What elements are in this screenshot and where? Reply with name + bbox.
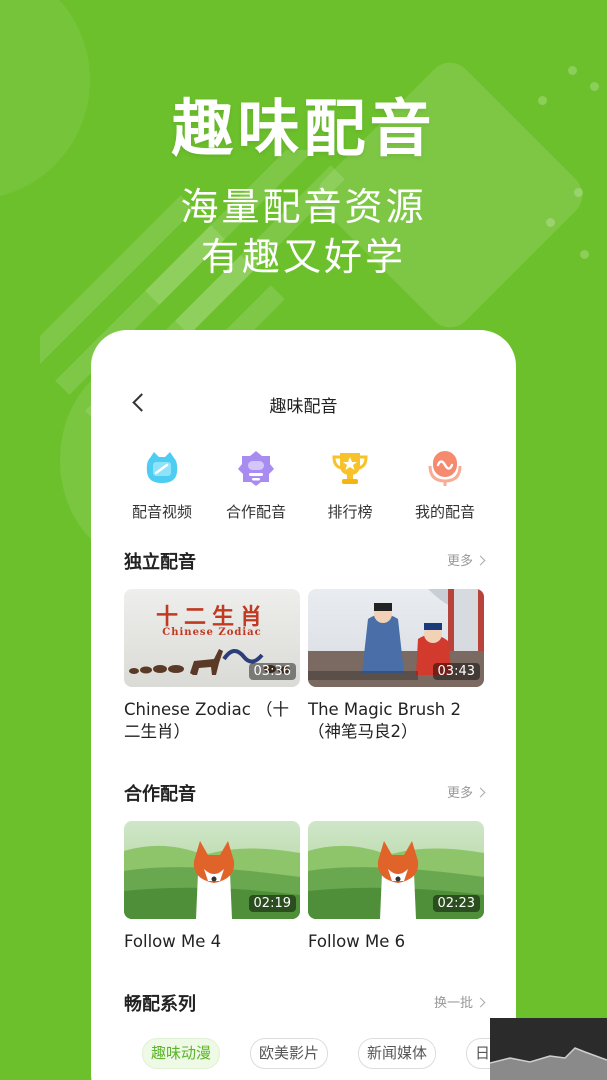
chip-news-media[interactable]: 新闻媒体 — [358, 1038, 437, 1069]
quick-action-label: 我的配音 — [414, 503, 475, 521]
hero-title: 趣味配音 — [171, 92, 436, 165]
hero-subtitle-line2: 有趣又好学 — [200, 235, 406, 279]
microphone-icon — [425, 448, 465, 488]
video-card-follow-me-4[interactable]: 02:19 Follow Me 4 — [124, 821, 300, 953]
page-title: 趣味配音 — [269, 397, 338, 417]
chevron-right-icon — [475, 997, 486, 1008]
more-button-coop[interactable]: 更多 — [446, 782, 486, 801]
refresh-label: 换一批 — [433, 996, 473, 1011]
video-duration: 03:43 — [432, 663, 480, 680]
video-card-magic-brush[interactable]: 03:43 The Magic Brush 2（神笔马良2） — [308, 589, 484, 743]
chevron-right-icon — [475, 787, 486, 798]
partner-icon — [236, 448, 276, 488]
quick-action-label: 合作配音 — [225, 503, 286, 521]
video-thumbnail: 03:43 — [308, 589, 484, 687]
tv-icon — [142, 448, 182, 488]
quick-action-label: 配音视频 — [131, 503, 192, 521]
section-title-series: 畅配系列 — [124, 994, 196, 1015]
video-duration: 02:19 — [248, 895, 296, 912]
more-label: 更多 — [446, 786, 473, 801]
video-card-follow-me-6[interactable]: 02:23 Follow Me 6 — [308, 821, 484, 953]
trophy-icon — [330, 448, 370, 488]
video-card-chinese-zodiac[interactable]: 十二生肖 Chinese Zodiac 03:36 Chinese Zodiac… — [124, 589, 300, 743]
quick-action-leaderboard[interactable]: 排行榜 — [302, 448, 398, 522]
app-screen-card: 趣味配音 配音视频 合作配音 排行榜 我的配音 独立配音 更多 十二生肖 Chi… — [91, 330, 516, 1080]
video-title: The Magic Brush 2（神笔马良2） — [308, 700, 462, 741]
refresh-batch-button[interactable]: 换一批 — [433, 992, 486, 1011]
more-label: 更多 — [446, 554, 473, 569]
quick-action-my-dub[interactable]: 我的配音 — [397, 448, 493, 522]
video-title: Follow Me 6 — [308, 932, 406, 951]
video-title: Chinese Zodiac （十二生肖） — [124, 700, 290, 741]
video-thumbnail: 02:23 — [308, 821, 484, 919]
chevron-right-icon — [475, 555, 486, 566]
video-thumbnail: 十二生肖 Chinese Zodiac 03:36 — [124, 589, 300, 687]
chip-western-films[interactable]: 欧美影片 — [250, 1038, 329, 1069]
overlay-thumbnail-corner — [490, 1018, 607, 1080]
quick-actions: 配音视频 合作配音 排行榜 我的配音 — [91, 448, 516, 528]
hero-subtitle-line1: 海量配音资源 — [180, 185, 427, 229]
video-duration: 03:36 — [248, 663, 296, 680]
more-button-solo[interactable]: 更多 — [446, 550, 486, 569]
chip-fun-anime[interactable]: 趣味动漫 — [142, 1038, 221, 1069]
quick-action-coop-dub[interactable]: 合作配音 — [208, 448, 304, 522]
quick-action-label: 排行榜 — [327, 503, 373, 521]
section-title-solo: 独立配音 — [124, 552, 196, 573]
video-title: Follow Me 4 — [124, 932, 222, 951]
quick-action-dub-video[interactable]: 配音视频 — [114, 448, 210, 522]
video-duration: 02:23 — [432, 895, 480, 912]
bg-dot — [568, 66, 577, 75]
section-title-coop: 合作配音 — [124, 784, 196, 805]
nav-bar: 趣味配音 — [91, 386, 516, 420]
video-thumbnail: 02:19 — [124, 821, 300, 919]
